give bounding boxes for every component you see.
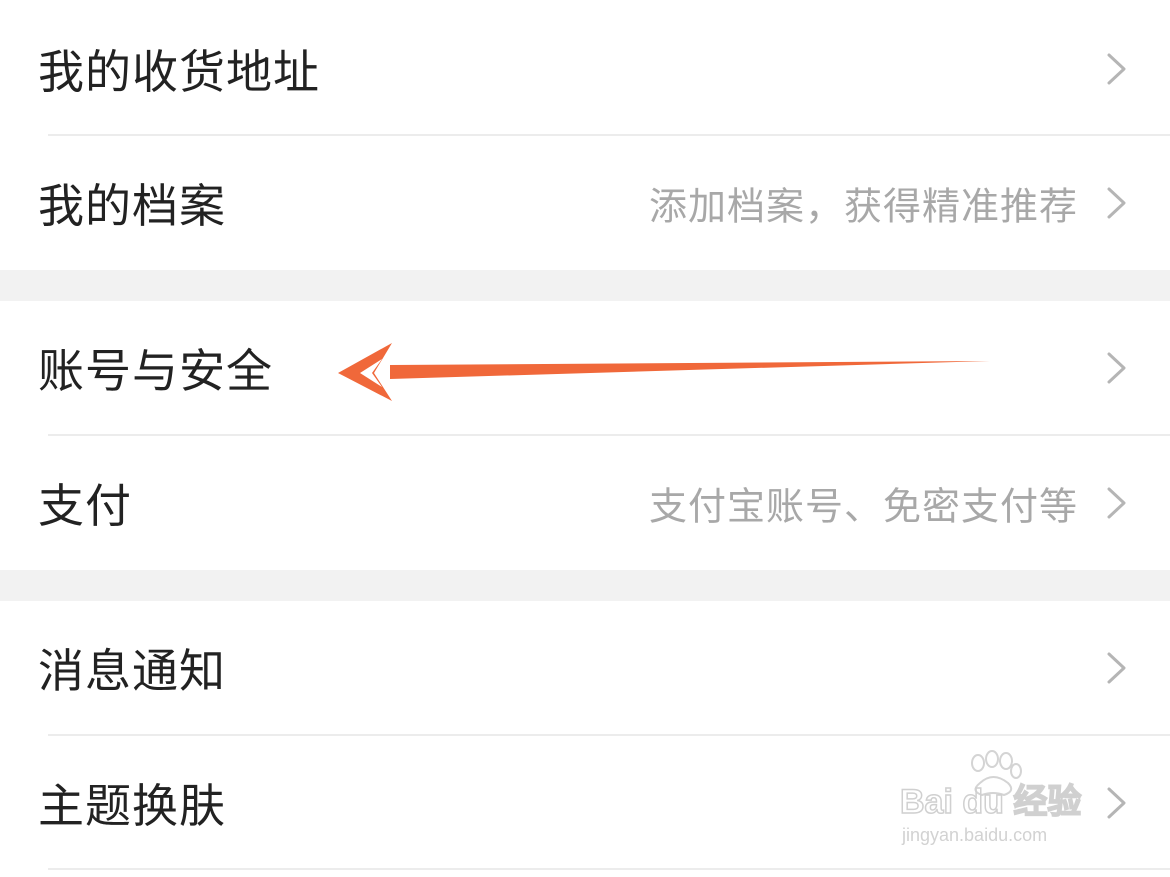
chevron-right-icon — [1107, 787, 1126, 819]
chevron-right-icon — [1107, 487, 1126, 519]
settings-list: 我的收货地址 我的档案 添加档案，获得精准推荐 账号与安全 支付 支付宝账号、免… — [0, 0, 1170, 877]
settings-row-label: 消息通知 — [38, 644, 226, 698]
settings-row-subtitle: 支付宝账号、免密支付等 — [648, 484, 1078, 529]
watermark-url-text: jingyan.baidu.com — [901, 825, 1047, 845]
settings-row-notifications[interactable]: 消息通知 — [0, 601, 1170, 735]
settings-row-label: 账号与安全 — [38, 344, 273, 398]
watermark-logo-text: Bai du 经验 — [900, 782, 1081, 821]
chevron-right-icon — [1107, 187, 1126, 219]
chevron-right-icon — [1107, 652, 1126, 684]
annotation-arrow-icon — [338, 343, 990, 401]
settings-row-label: 主题换肤 — [38, 779, 226, 833]
section-gap — [0, 270, 1170, 301]
chevron-right-icon — [1107, 53, 1126, 85]
settings-row-label: 我的档案 — [38, 179, 226, 233]
settings-row-profile[interactable]: 我的档案 添加档案，获得精准推荐 — [0, 136, 1170, 270]
chevron-right-icon — [1107, 352, 1126, 384]
row-divider — [48, 868, 1170, 870]
baidu-jingyan-watermark: Bai du 经验 jingyan.baidu.com — [899, 750, 1082, 845]
settings-row-subtitle: 添加档案，获得精准推荐 — [648, 184, 1078, 229]
settings-row-shipping-address[interactable]: 我的收货地址 — [0, 2, 1170, 136]
settings-row-payment[interactable]: 支付 支付宝账号、免密支付等 — [0, 436, 1170, 570]
section-gap — [0, 570, 1170, 601]
settings-row-label: 支付 — [38, 479, 132, 533]
settings-row-label: 我的收货地址 — [38, 45, 320, 99]
